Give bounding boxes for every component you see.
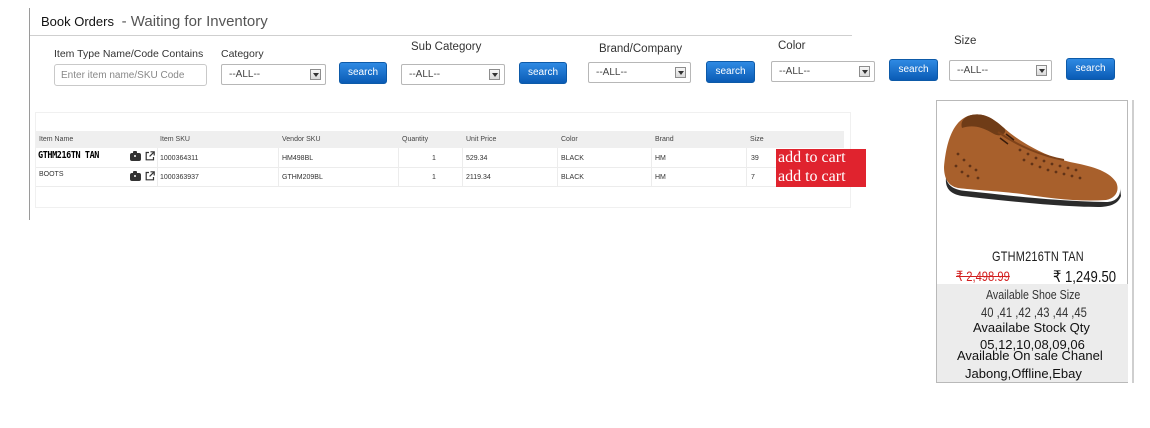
brand-select-value: --ALL--	[596, 67, 628, 78]
page-frame-border	[29, 8, 30, 220]
page-title: Book Orders - Waiting for Inventory	[41, 13, 268, 30]
row-2-vendor-sku: GTHM209BL	[282, 174, 323, 181]
grid-header-row	[36, 131, 844, 148]
col-header-color: Color	[561, 136, 578, 143]
row-1-item-sku: 1000364311	[160, 155, 199, 162]
product-sizes: 40 ,41 ,42 ,43 ,44 ,45	[981, 304, 1087, 320]
product-channels: Jabong,Offline,Ebay	[965, 366, 1082, 381]
row-1-size: 39	[751, 155, 759, 162]
external-link-icon[interactable]	[145, 171, 155, 181]
product-image	[944, 114, 1121, 207]
sub-category-select[interactable]: --ALL--	[401, 64, 505, 85]
row-1-quantity: 1	[432, 155, 436, 162]
item-search-input[interactable]	[54, 64, 207, 86]
col-header-size: Size	[750, 136, 764, 143]
chevron-down-icon	[489, 69, 500, 80]
page-title-sub: - Waiting for Inventory	[121, 13, 268, 30]
row-2-quantity: 1	[432, 174, 436, 181]
col-header-quantity: Quantity	[402, 136, 429, 143]
col-header-item-sku: Item SKU	[160, 136, 190, 143]
col-divider	[278, 148, 279, 186]
size-label: Size	[954, 35, 977, 47]
size-search-button[interactable]: search	[1066, 58, 1115, 80]
col-divider	[398, 148, 399, 186]
camera-icon[interactable]	[130, 171, 141, 181]
add-to-cart-button[interactable]: add to cart	[776, 149, 866, 168]
size-select-value: --ALL--	[957, 65, 989, 76]
camera-icon[interactable]	[130, 151, 141, 161]
chevron-down-icon	[310, 69, 321, 80]
category-search-button[interactable]: search	[339, 62, 387, 84]
external-link-icon[interactable]	[145, 151, 155, 161]
color-select[interactable]: --ALL--	[771, 61, 875, 82]
product-name: GTHM216TN TAN	[992, 248, 1084, 264]
col-header-brand: Brand	[655, 136, 674, 143]
page-title-main: Book Orders	[41, 14, 114, 29]
sub-category-select-value: --ALL--	[409, 69, 441, 80]
col-header-unit-price: Unit Price	[466, 136, 497, 143]
brand-label: Brand/Company	[599, 43, 683, 55]
item-type-label: Item Type Name/Code Contains	[54, 48, 204, 60]
row-1-brand: HM	[655, 155, 666, 162]
size-select[interactable]: --ALL--	[949, 60, 1052, 81]
product-stock-label: Avaailabe Stock Qty	[973, 320, 1090, 335]
product-size-label: Available Shoe Size	[986, 288, 1081, 302]
row-2-item-name: BOOTS	[39, 171, 64, 178]
row-divider	[36, 186, 844, 187]
col-header-vendor-sku: Vendor SKU	[282, 136, 321, 143]
category-select-value: --ALL--	[229, 69, 261, 80]
product-new-price: ₹ 1,249.50	[1053, 269, 1117, 286]
card-edge	[1132, 100, 1134, 383]
color-select-value: --ALL--	[779, 66, 811, 77]
row-2-brand: HM	[655, 174, 666, 181]
col-divider	[462, 148, 463, 186]
category-select[interactable]: --ALL--	[221, 64, 326, 85]
chevron-down-icon	[675, 67, 686, 78]
color-search-button[interactable]: search	[889, 59, 938, 81]
sub-category-label: Sub Category	[411, 41, 482, 53]
row-2-unit-price: 2119.34	[466, 174, 491, 181]
color-label: Color	[778, 40, 806, 52]
brand-search-button[interactable]: search	[706, 61, 755, 83]
col-divider	[746, 148, 747, 186]
row-1-color: BLACK	[561, 155, 584, 162]
row-2-item-sku: 1000363937	[160, 174, 199, 181]
chevron-down-icon	[1036, 65, 1047, 76]
brand-select[interactable]: --ALL--	[588, 62, 691, 83]
col-divider	[557, 148, 558, 186]
col-divider	[651, 148, 652, 186]
add-to-cart-button[interactable]: add to cart	[776, 168, 866, 187]
chevron-down-icon	[859, 66, 870, 77]
category-label: Category	[221, 48, 264, 60]
product-channel-label: Available On sale Chanel	[957, 348, 1103, 363]
col-divider	[157, 148, 158, 186]
row-1-vendor-sku: HM498BL	[282, 155, 314, 162]
row-2-color: BLACK	[561, 174, 584, 181]
row-1-unit-price: 529.34	[466, 155, 488, 162]
col-header-item-name: Item Name	[39, 136, 74, 143]
row-1-item-name: GTHM216TN TAN	[38, 150, 100, 161]
row-2-size: 7	[751, 174, 755, 181]
sub-category-search-button[interactable]: search	[519, 62, 567, 84]
product-old-price: ₹ 2,498.99	[956, 268, 1010, 284]
